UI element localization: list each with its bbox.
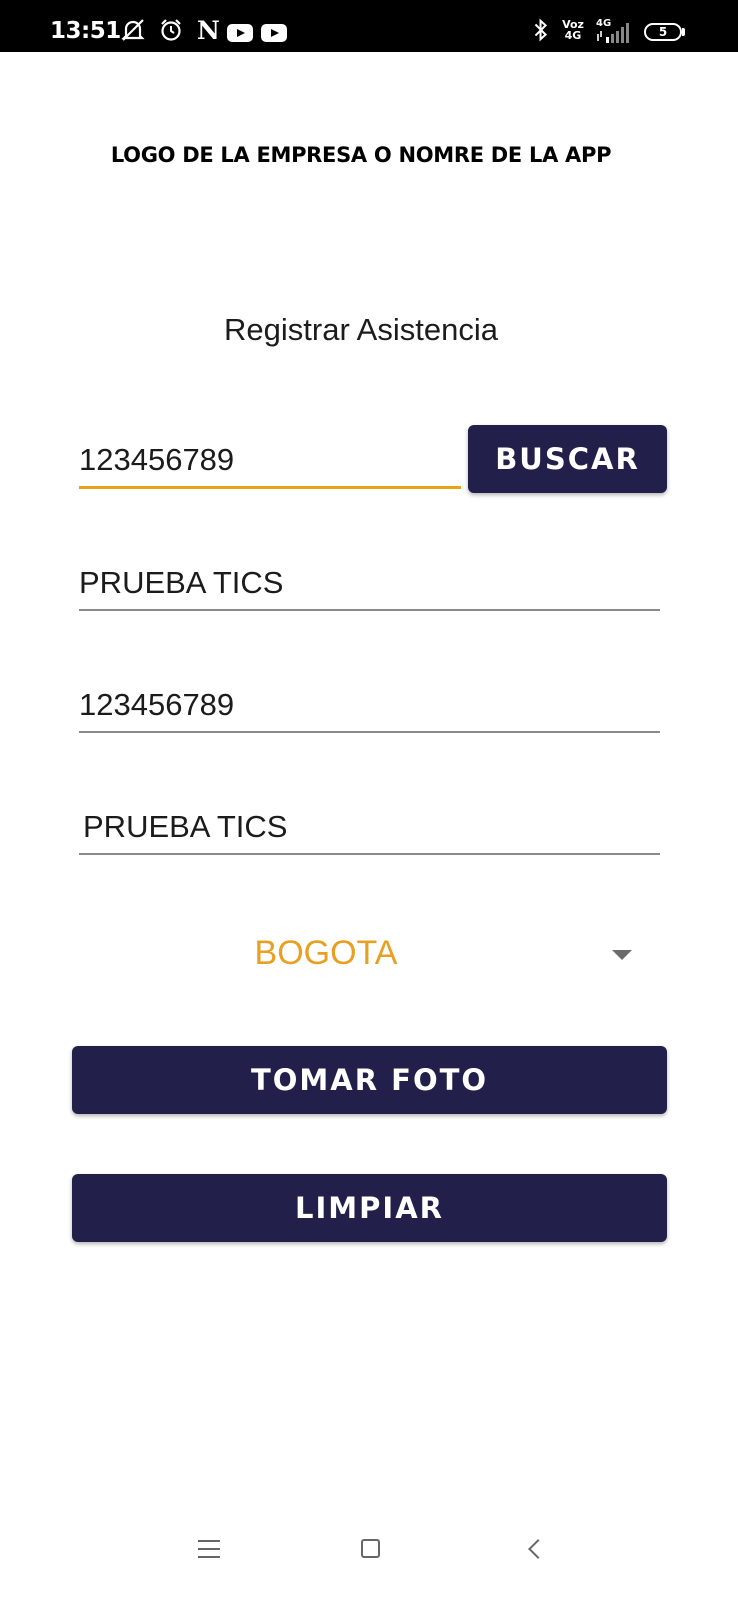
battery-tip [682,28,685,36]
name-field-value: PRUEBA TICS [79,565,284,600]
youtube-icon [227,24,253,42]
battery-icon: 5 [644,23,682,41]
screen-title: Registrar Asistencia [224,312,498,347]
alarm-clock-icon [161,19,181,41]
search-input-value: 123456789 [79,442,235,477]
city-dropdown-value: BOGOTA [254,934,398,972]
back-icon[interactable] [528,1539,548,1559]
battery-level: 5 [658,25,668,39]
bluetooth-icon [534,18,548,42]
take-photo-button[interactable]: TOMAR FOTO [72,1046,667,1114]
status-bar: 13:51 N Voz 4G 4G 5 [0,0,738,52]
name-field[interactable]: PRUEBA TICS [79,547,660,611]
app-logo-text: LOGO DE LA EMPRESA O NOMRE DE LA APP [110,143,612,167]
document-field-value: 123456789 [79,687,235,722]
search-button[interactable]: BUSCAR [468,425,667,493]
youtube-icon [261,24,287,42]
menu-icon[interactable] [198,1540,220,1558]
signal-4g-icon [597,23,629,43]
chevron-down-icon [612,950,632,960]
company-field[interactable]: PRUEBA TICS [79,791,660,855]
home-icon[interactable] [361,1539,380,1558]
status-time: 13:51 [50,18,121,44]
volte-icon: Voz 4G [560,19,586,41]
alarm-off-icon [121,19,145,41]
clear-button[interactable]: LIMPIAR [72,1174,667,1242]
company-field-value: PRUEBA TICS [83,809,288,844]
document-field[interactable]: 123456789 [79,669,660,733]
volte-sub-label: 4G [564,29,582,42]
netflix-icon: N [197,16,220,45]
search-input[interactable]: 123456789 [79,425,461,489]
city-dropdown[interactable]: BOGOTA [79,920,667,992]
